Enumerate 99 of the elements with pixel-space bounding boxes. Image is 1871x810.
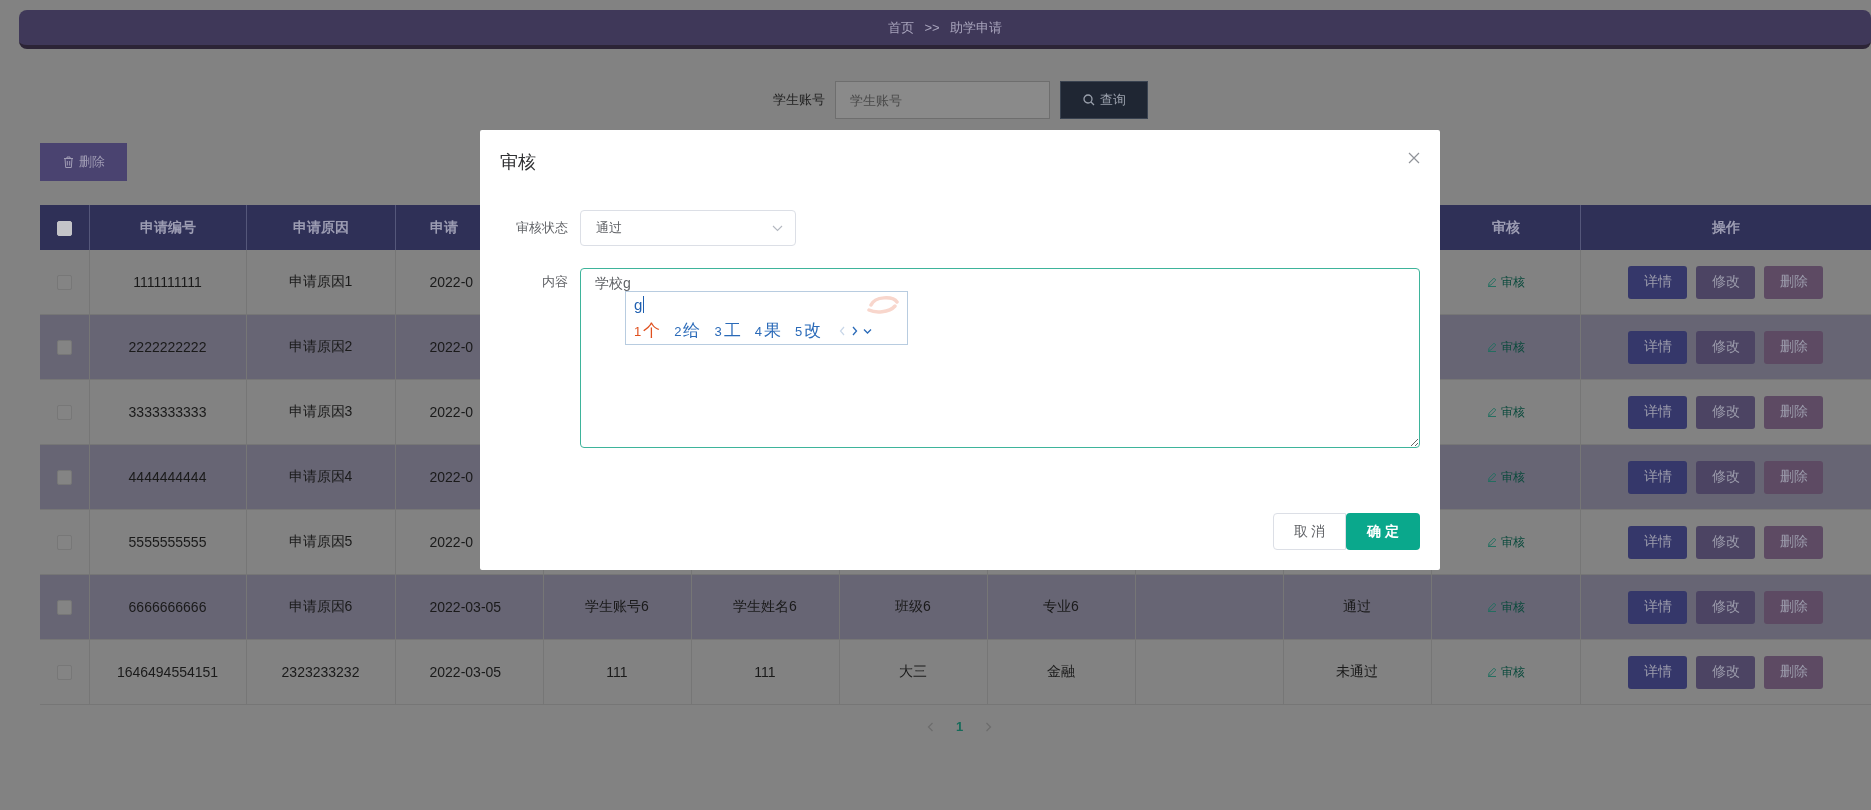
delete-button[interactable]: 删除: [40, 143, 127, 181]
table-cell: 111: [754, 664, 776, 680]
pencil-icon: [1486, 407, 1497, 417]
review-link[interactable]: 审核: [1486, 468, 1525, 486]
search-label: 学生账号: [773, 91, 825, 109]
table-cell: 未通过: [1336, 663, 1378, 679]
table-cell: 申请原因1: [288, 273, 353, 289]
delete-button[interactable]: 删除: [1764, 265, 1823, 299]
column-header: 操作: [1711, 218, 1740, 235]
breadcrumb-home[interactable]: 首页: [888, 18, 915, 37]
review-link[interactable]: 审核: [1486, 273, 1525, 291]
table-cell: 2022-0: [429, 404, 474, 420]
table-cell: 2022-0: [429, 274, 474, 290]
review-link[interactable]: 审核: [1486, 663, 1525, 681]
column-header: 审核: [1491, 218, 1520, 235]
table-cell: 申请原因5: [288, 533, 353, 549]
search-icon: [1082, 94, 1095, 106]
table-cell: 大三: [899, 663, 927, 679]
table-cell: 2222222222: [128, 339, 207, 355]
swirl-logo-icon: [865, 293, 899, 315]
content-label: 内容: [541, 273, 568, 291]
status-label: 审核状态: [515, 219, 568, 237]
edit-button[interactable]: 修改: [1696, 590, 1755, 624]
details-button[interactable]: 详情: [1628, 330, 1687, 364]
pencil-icon: [1486, 342, 1497, 352]
table-cell: 申请原因6: [288, 598, 353, 614]
pencil-icon: [1486, 602, 1497, 612]
column-header: 申请编号: [139, 218, 196, 235]
ime-candidate[interactable]: 3 工: [714, 319, 741, 342]
breadcrumb-separator: >>: [924, 20, 940, 35]
details-button[interactable]: 详情: [1628, 265, 1687, 299]
column-header: 申请: [429, 218, 458, 235]
delete-button[interactable]: 删除: [1764, 330, 1823, 364]
trash-icon: [62, 156, 74, 168]
status-select[interactable]: 通过: [580, 210, 796, 246]
details-button[interactable]: 详情: [1628, 655, 1687, 689]
table-cell: 通过: [1343, 598, 1371, 614]
table-cell: 2022-0: [429, 534, 474, 550]
row-checkbox[interactable]: [56, 470, 72, 486]
table-cell: 2022-03-05: [429, 664, 502, 680]
table-cell: 金融: [1047, 663, 1075, 679]
details-button[interactable]: 详情: [1628, 525, 1687, 559]
table-cell: 5555555555: [128, 534, 207, 550]
search-field[interactable]: 学生账号: [835, 81, 1050, 119]
table-cell: 专业6: [1043, 598, 1079, 614]
table-cell: 2022-03-05: [429, 599, 502, 615]
ime-composition: g: [634, 295, 645, 313]
delete-button[interactable]: 删除: [1764, 655, 1823, 689]
delete-button[interactable]: 删除: [1764, 525, 1823, 559]
table-cell: 申请原因4: [288, 468, 353, 484]
details-button[interactable]: 详情: [1628, 460, 1687, 494]
close-icon[interactable]: [1408, 152, 1420, 164]
table-cell: 2022-0: [429, 469, 474, 485]
table-cell: 4444444444: [128, 469, 207, 485]
edit-button[interactable]: 修改: [1696, 395, 1755, 429]
select-all-checkbox[interactable]: [56, 220, 72, 236]
edit-button[interactable]: 修改: [1696, 330, 1755, 364]
table-cell: 2323233232: [281, 664, 360, 680]
edit-button[interactable]: 修改: [1696, 265, 1755, 299]
review-link[interactable]: 审核: [1486, 403, 1525, 421]
row-checkbox[interactable]: [56, 340, 72, 356]
ime-candidate[interactable]: 2给: [674, 319, 701, 342]
pencil-icon: [1486, 472, 1497, 482]
edit-button[interactable]: 修改: [1696, 460, 1755, 494]
ime-candidate[interactable]: 5 改: [794, 319, 822, 342]
edit-button[interactable]: 修改: [1696, 655, 1755, 689]
details-button[interactable]: 详情: [1628, 395, 1687, 429]
dialog-title: 审核: [500, 151, 536, 174]
ime-candidate[interactable]: 4果: [754, 319, 781, 342]
details-button[interactable]: 详情: [1628, 590, 1687, 624]
table-cell: 111: [606, 664, 628, 680]
pencil-icon: [1486, 667, 1497, 677]
chevron-down-icon: [772, 224, 783, 232]
table-cell: 申请原因2: [288, 338, 353, 354]
review-link[interactable]: 审核: [1486, 338, 1525, 356]
table-cell: 3333333333: [128, 404, 207, 420]
search-button[interactable]: 查询: [1060, 81, 1148, 119]
column-header: 申请原因: [292, 218, 349, 235]
table-cell: 6666666666: [128, 599, 207, 615]
cancel-button[interactable]: 取 消: [1273, 513, 1346, 550]
review-link[interactable]: 审核: [1486, 598, 1525, 616]
pencil-icon: [1486, 277, 1497, 287]
delete-button[interactable]: 删除: [1764, 395, 1823, 429]
delete-button[interactable]: 删除: [1764, 460, 1823, 494]
table-cell: 1646494554151: [116, 664, 219, 680]
table-cell: 申请原因3: [288, 403, 353, 419]
table-cell: 班级6: [895, 598, 931, 614]
table-cell: 1111111111: [133, 274, 202, 290]
pencil-icon: [1486, 537, 1497, 547]
breadcrumb-current: 助学申请: [949, 18, 1002, 37]
review-link[interactable]: 审核: [1486, 533, 1525, 551]
table-cell: 学生账号6: [585, 598, 649, 614]
ime-candidate[interactable]: 1个: [634, 319, 661, 342]
edit-button[interactable]: 修改: [1696, 525, 1755, 559]
table-cell: 学生姓名6: [733, 598, 797, 614]
confirm-button[interactable]: 确 定: [1346, 513, 1420, 550]
table-cell: 2022-0: [429, 339, 474, 355]
delete-button[interactable]: 删除: [1764, 590, 1823, 624]
row-checkbox[interactable]: [56, 600, 72, 616]
